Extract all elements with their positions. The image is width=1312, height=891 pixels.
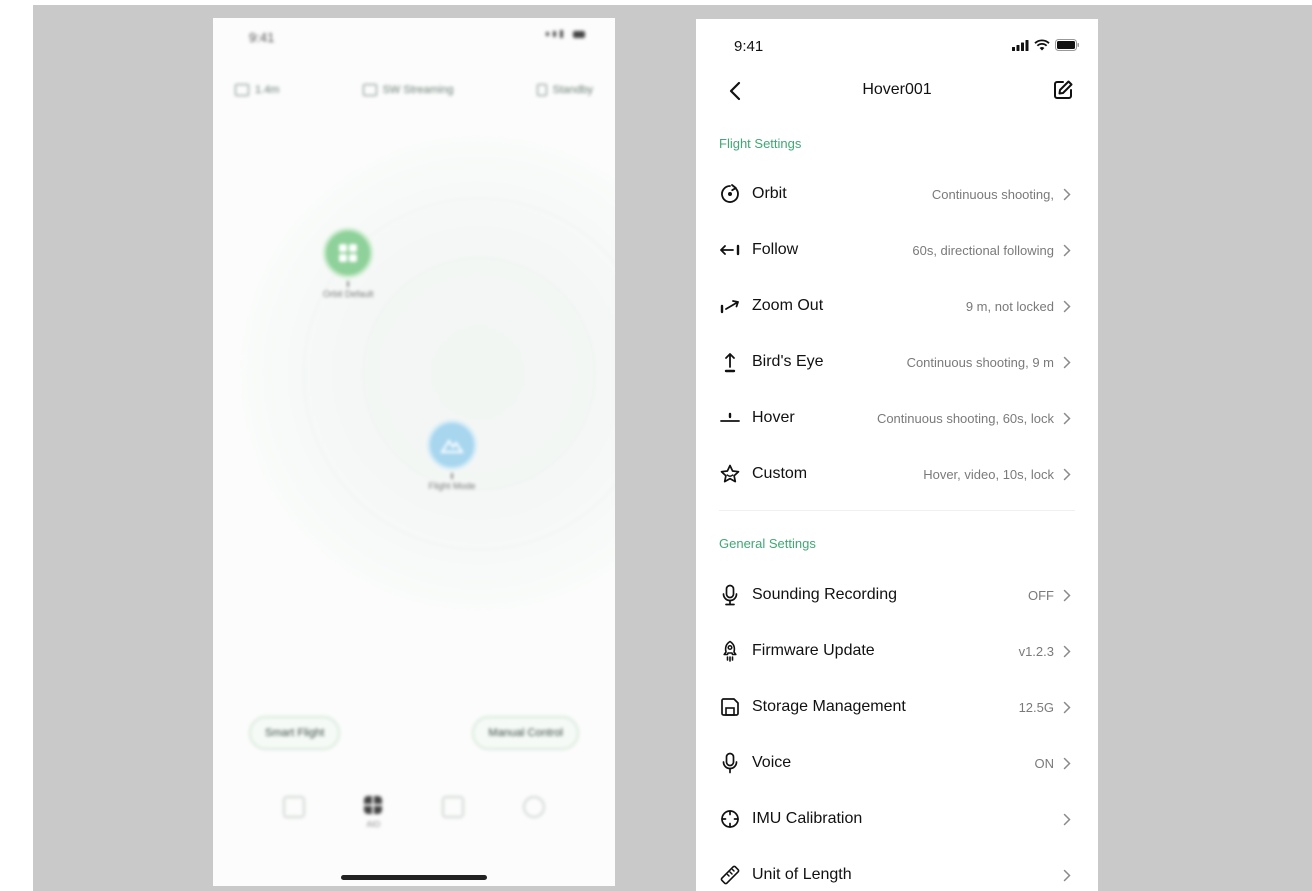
chevron-right-icon: [1063, 243, 1073, 257]
chevron-right-icon: [1063, 868, 1073, 882]
row-label: Custom: [752, 465, 808, 482]
grid-icon: [364, 796, 383, 814]
chevron-right-icon: [1063, 812, 1073, 826]
chevron-right-icon: [1063, 299, 1073, 313]
row-value: 12.5G: [1018, 699, 1054, 715]
tab-1[interactable]: [283, 796, 305, 829]
microphone-icon: [719, 752, 741, 774]
chevron-right-icon: [1063, 411, 1073, 425]
orbit-node[interactable]: Orbit Default: [323, 228, 374, 299]
left-top-item-1: 1.4m: [235, 84, 279, 96]
row-label: Storage Management: [752, 698, 906, 715]
edit-icon: [1054, 80, 1073, 99]
ruler-icon: [719, 864, 741, 886]
edit-button[interactable]: [1050, 77, 1076, 103]
row-label: Unit of Length: [752, 866, 852, 883]
chevron-right-icon: [1063, 355, 1073, 369]
row-value: ON: [1034, 755, 1055, 771]
flight-node-label: Flight Mode: [428, 481, 476, 491]
row-value: Continuous shooting,: [931, 186, 1054, 202]
settings-row-unit-of-length[interactable]: Unit of Length: [696, 847, 1098, 891]
orbit-icon: [719, 183, 741, 205]
settings-row-hover[interactable]: Hover Continuous shooting, 60s, lock: [696, 390, 1098, 446]
left-action-pills: Smart Flight Manual Control: [249, 716, 579, 750]
row-label: Zoom Out: [752, 297, 824, 314]
settings-row-follow[interactable]: Follow 60s, directional following: [696, 222, 1098, 278]
star-icon: [719, 463, 741, 485]
row-label: Hover: [752, 409, 795, 426]
chevron-right-icon: [1063, 700, 1073, 714]
row-value: Continuous shooting, 9 m: [906, 354, 1054, 370]
row-label: Orbit: [752, 185, 787, 202]
general-settings-heading: General Settings: [719, 536, 816, 551]
settings-row-orbit[interactable]: Orbit Continuous shooting,: [696, 166, 1098, 222]
settings-row-storage-management[interactable]: Storage Management 12.5G: [696, 679, 1098, 735]
row-value: v1.2.3: [1018, 643, 1054, 659]
settings-row-birds-eye[interactable]: Bird's Eye Continuous shooting, 9 m: [696, 334, 1098, 390]
rocket-icon: [719, 640, 741, 662]
row-label: Follow: [752, 241, 799, 258]
home-indicator: [341, 875, 487, 880]
navigation-bar: Hover001: [696, 74, 1098, 108]
left-top-item-3: Standby: [536, 84, 593, 96]
left-status-icons: [546, 30, 585, 38]
row-label: Firmware Update: [752, 642, 875, 659]
zoom-out-icon: [719, 295, 741, 317]
row-label: Bird's Eye: [752, 353, 824, 370]
row-value: Hover, video, 10s, lock: [923, 466, 1054, 482]
canvas-background: 9:41 1.4m SW Streaming Standby Orbit Def…: [33, 5, 1312, 891]
row-value: OFF: [1028, 587, 1054, 603]
section-divider: [719, 510, 1075, 511]
page-title: Hover001: [862, 81, 932, 98]
battery-icon: [1055, 39, 1080, 51]
tab-aio[interactable]: AIO: [364, 796, 383, 829]
settings-row-sounding-recording[interactable]: Sounding Recording OFF: [696, 567, 1098, 623]
tab-4[interactable]: [522, 796, 545, 829]
row-value: Continuous shooting, 60s, lock: [876, 410, 1054, 426]
save-icon: [719, 696, 741, 718]
status-bar: 9:41: [696, 19, 1098, 71]
chevron-right-icon: [1063, 588, 1073, 602]
left-tab-bar: AIO: [283, 796, 545, 829]
mountain-icon: [427, 420, 477, 470]
birds-eye-icon: [719, 351, 741, 373]
chevron-right-icon: [1063, 187, 1073, 201]
settings-row-firmware-update[interactable]: Firmware Update v1.2.3: [696, 623, 1098, 679]
right-phone-screen: 9:41 Hover001 Flight Settings Orbit Cont…: [696, 19, 1098, 891]
crosshair-icon: [719, 808, 741, 830]
signal-icon: [1012, 39, 1029, 51]
tab-3[interactable]: [441, 796, 464, 829]
orbit-node-label: Orbit Default: [323, 289, 374, 299]
left-phone-screen: 9:41 1.4m SW Streaming Standby Orbit Def…: [213, 18, 615, 886]
microphone-icon: [719, 584, 741, 606]
left-top-bar: 1.4m SW Streaming Standby: [235, 84, 593, 96]
row-value: 60s, directional following: [912, 242, 1054, 258]
wifi-icon: [1034, 39, 1050, 51]
left-status-time: 9:41: [249, 30, 275, 45]
status-time: 9:41: [734, 38, 764, 55]
follow-icon: [719, 239, 741, 261]
flight-settings-heading: Flight Settings: [719, 136, 802, 151]
settings-row-zoom-out[interactable]: Zoom Out 9 m, not locked: [696, 278, 1098, 334]
flight-node[interactable]: Flight Mode: [427, 420, 477, 491]
status-icons: [1012, 39, 1080, 51]
smart-flight-button[interactable]: Smart Flight: [249, 716, 341, 750]
row-label: Sounding Recording: [752, 586, 897, 603]
left-top-item-2: SW Streaming: [362, 84, 454, 96]
hover-icon: [719, 407, 741, 429]
settings-row-voice[interactable]: Voice ON: [696, 735, 1098, 791]
settings-row-imu-calibration[interactable]: IMU Calibration: [696, 791, 1098, 847]
row-label: Voice: [752, 754, 792, 771]
row-value: 9 m, not locked: [965, 298, 1054, 314]
left-phone-blurred-content: 9:41 1.4m SW Streaming Standby Orbit Def…: [213, 18, 615, 886]
chevron-right-icon: [1063, 644, 1073, 658]
chevron-right-icon: [1063, 467, 1073, 481]
row-label: IMU Calibration: [752, 810, 863, 827]
settings-row-custom[interactable]: Custom Hover, video, 10s, lock: [696, 446, 1098, 502]
radar-background: [243, 138, 615, 608]
grid-icon: [323, 228, 374, 278]
manual-control-button[interactable]: Manual Control: [472, 716, 579, 750]
chevron-right-icon: [1063, 756, 1073, 770]
